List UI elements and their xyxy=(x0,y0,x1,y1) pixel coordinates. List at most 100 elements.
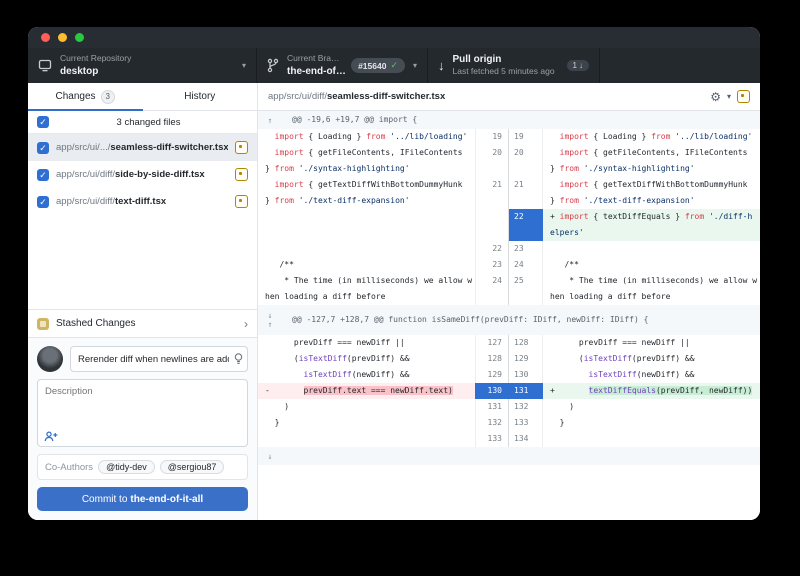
pull-origin-button[interactable]: ↓ Pull origin Last fetched 5 minutes ago… xyxy=(428,48,600,83)
current-repository-button[interactable]: Current Repository desktop ▾ xyxy=(28,48,257,83)
commit-button[interactable]: Commit to the-end-of-it-all xyxy=(37,487,248,511)
diff-code-right[interactable]: } xyxy=(543,415,760,431)
line-number-left[interactable]: 128 xyxy=(475,351,509,367)
diff-code-right[interactable]: /** xyxy=(543,257,760,273)
file-checkbox[interactable]: ✓ xyxy=(37,141,49,154)
line-number-left[interactable]: 129 xyxy=(475,367,509,383)
diff-code-right[interactable] xyxy=(543,241,760,257)
line-number-right[interactable]: 129 xyxy=(509,351,543,367)
commit-form: Co-Authors @tidy-dev @sergiou87 Commit to… xyxy=(28,337,257,520)
line-number-left[interactable]: 133 xyxy=(475,431,509,447)
line-number-right[interactable]: 24 xyxy=(509,257,543,273)
diff-expander-row[interactable]: ↓ xyxy=(258,447,760,465)
diff-code-right[interactable]: isTextDiff(newDiff) && xyxy=(543,367,760,383)
line-number-right[interactable]: 25 xyxy=(509,273,543,305)
diff-code-left[interactable]: ) xyxy=(258,399,475,415)
tab-changes[interactable]: Changes 3 xyxy=(28,83,143,111)
expand-up-icon[interactable]: ↑ xyxy=(268,116,273,125)
diff-code-right[interactable]: + import { textDiffEquals } from './diff… xyxy=(543,209,760,241)
diff-hunk-row[interactable]: ↑ @@ -19,6 +19,7 @@ import { xyxy=(258,111,760,129)
diff-code-right[interactable]: * The time (in milliseconds) we allow w … xyxy=(543,273,760,305)
file-path-prefix: app/src/ui/diff/ xyxy=(56,196,115,207)
tab-history[interactable]: History xyxy=(143,83,258,110)
diff-code-left[interactable] xyxy=(258,241,475,257)
diff-code-left[interactable]: import { Loading } from '../lib/loading' xyxy=(258,129,475,145)
line-number-left[interactable]: 22 xyxy=(475,241,509,257)
stashed-changes-row[interactable]: Stashed Changes › xyxy=(28,309,257,337)
expand-down-icon[interactable]: ↓ xyxy=(268,452,273,461)
avatar xyxy=(37,346,63,372)
line-number-left[interactable]: 131 xyxy=(475,399,509,415)
commit-description-input[interactable] xyxy=(38,380,247,431)
line-number-right[interactable]: 22 xyxy=(509,209,543,241)
line-number-right[interactable]: 21 xyxy=(509,177,543,209)
coauthors-label: Co-Authors xyxy=(45,461,94,473)
repo-dropdown-caret-icon[interactable]: ▾ xyxy=(242,61,246,70)
lightbulb-icon[interactable] xyxy=(234,353,243,365)
diff-code-right[interactable]: import { getFileContents, IFileContents … xyxy=(543,145,760,177)
line-number-left[interactable]: 130 xyxy=(475,383,509,399)
coauthor-pill[interactable]: @sergiou87 xyxy=(159,460,225,474)
diff-code-left[interactable]: - prevDiff.text === newDiff.text) xyxy=(258,383,475,399)
diff-code-left[interactable]: prevDiff === newDiff || xyxy=(258,335,475,351)
select-all-checkbox[interactable]: ✓ xyxy=(37,116,49,128)
file-path-prefix: app/src/ui/.../ xyxy=(56,142,111,153)
zoom-window-button[interactable] xyxy=(75,33,84,42)
diff-code-right[interactable]: prevDiff === newDiff || xyxy=(543,335,760,351)
diff-code-left[interactable]: isTextDiff(newDiff) && xyxy=(258,367,475,383)
line-number-left[interactable] xyxy=(475,209,509,241)
file-checkbox[interactable]: ✓ xyxy=(37,168,49,181)
diff-code-right[interactable]: (isTextDiff(prevDiff) && xyxy=(543,351,760,367)
pr-status-badge[interactable]: #15640 ✓ xyxy=(351,58,405,73)
line-number-left[interactable]: 132 xyxy=(475,415,509,431)
file-row[interactable]: ✓ app/src/ui/.../seamless-diff-switcher.t… xyxy=(28,134,257,161)
diff-code-right[interactable]: import { Loading } from '../lib/loading' xyxy=(543,129,760,145)
line-number-right[interactable]: 130 xyxy=(509,367,543,383)
expand-down-icon[interactable]: ↓ xyxy=(268,311,273,320)
diff-code-right[interactable] xyxy=(543,431,760,447)
line-number-left[interactable]: 19 xyxy=(475,129,509,145)
branch-dropdown-caret-icon[interactable]: ▾ xyxy=(413,61,417,70)
diff-code-right[interactable]: ) xyxy=(543,399,760,415)
line-number-left[interactable]: 127 xyxy=(475,335,509,351)
file-row[interactable]: ✓ app/src/ui/diff/side-by-side-diff.tsx xyxy=(28,161,257,188)
diff-code-left[interactable]: (isTextDiff(prevDiff) && xyxy=(258,351,475,367)
diff-code-left[interactable]: /** xyxy=(258,257,475,273)
add-coauthor-icon[interactable] xyxy=(44,431,241,442)
diff-code-left[interactable] xyxy=(258,209,475,241)
diff-options-caret-icon[interactable]: ▾ xyxy=(727,92,731,101)
expand-up-icon[interactable]: ↑ xyxy=(268,320,273,329)
line-number-right[interactable]: 131 xyxy=(509,383,543,399)
line-number-right[interactable]: 20 xyxy=(509,145,543,177)
file-checkbox[interactable]: ✓ xyxy=(37,195,49,208)
coauthor-pill[interactable]: @tidy-dev xyxy=(98,460,155,474)
diff-code-left[interactable]: import { getTextDiffWithBottomDummyHunk … xyxy=(258,177,475,209)
repository-icon xyxy=(38,59,52,72)
line-number-right[interactable]: 128 xyxy=(509,335,543,351)
diff-hunk-row[interactable]: ↓ ↑ @@ -127,7 +128,7 @@ function isSameDif… xyxy=(258,305,760,335)
diff-code-left[interactable] xyxy=(258,431,475,447)
line-number-left[interactable]: 24 xyxy=(475,273,509,305)
gear-icon[interactable]: ⚙ xyxy=(710,91,721,103)
line-number-right[interactable]: 134 xyxy=(509,431,543,447)
diff-code-left[interactable]: } xyxy=(258,415,475,431)
file-row[interactable]: ✓ app/src/ui/diff/text-diff.tsx xyxy=(28,188,257,215)
line-number-left[interactable]: 20 xyxy=(475,145,509,177)
diff-code-right[interactable]: import { getTextDiffWithBottomDummyHunk … xyxy=(543,177,760,209)
coauthors-field[interactable]: Co-Authors @tidy-dev @sergiou87 xyxy=(37,454,248,480)
diff-code-left[interactable]: import { getFileContents, IFileContents … xyxy=(258,145,475,177)
diff-code-right[interactable]: + textDiffEquals(prevDiff, newDiff)) xyxy=(543,383,760,399)
current-branch-button[interactable]: Current Bra… the-end-of… #15640 ✓ ▾ xyxy=(257,48,428,83)
commit-summary-input[interactable] xyxy=(70,346,248,372)
line-number-right[interactable]: 133 xyxy=(509,415,543,431)
line-number-right[interactable]: 132 xyxy=(509,399,543,415)
line-number-left[interactable]: 21 xyxy=(475,177,509,209)
line-number-right[interactable]: 23 xyxy=(509,241,543,257)
line-number-right[interactable]: 19 xyxy=(509,129,543,145)
diff-code-left[interactable]: * The time (in milliseconds) we allow w … xyxy=(258,273,475,305)
diff-line-row: } 132 133 } xyxy=(258,415,760,431)
close-window-button[interactable] xyxy=(41,33,50,42)
line-number-left[interactable]: 23 xyxy=(475,257,509,273)
minimize-window-button[interactable] xyxy=(58,33,67,42)
diff-line-row: 22 23 xyxy=(258,241,760,257)
